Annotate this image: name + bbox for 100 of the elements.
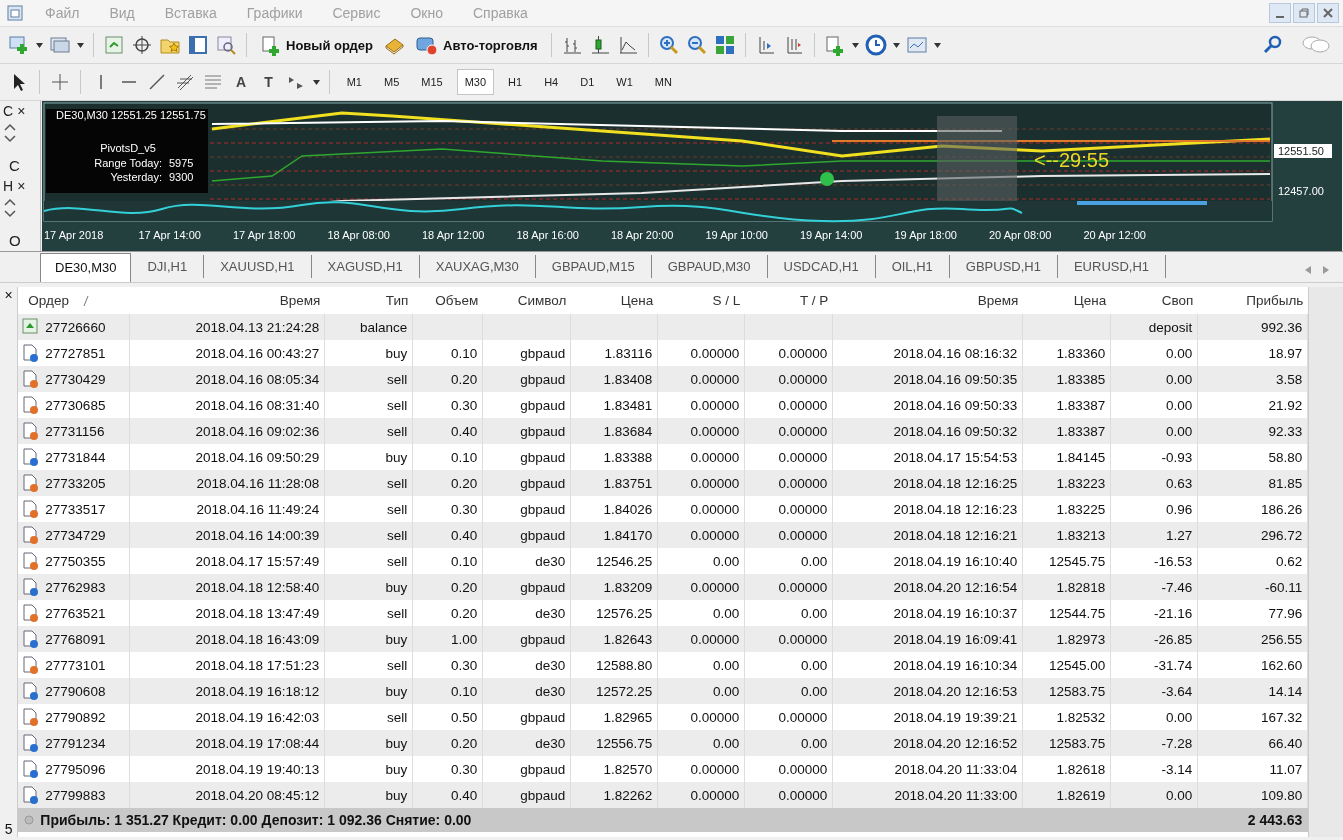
table-cell: 0.40 [451,527,478,543]
panel-close-button[interactable]: × [17,178,26,194]
table-cell: -7.28 [1161,735,1193,751]
zoom-out-icon[interactable] [685,34,708,56]
table-cell: sell [387,527,408,543]
column-header[interactable]: Время [977,293,1019,308]
column-header[interactable]: Объем [435,293,479,308]
caret-icon[interactable] [933,42,941,48]
sell-order-icon [22,370,40,388]
chart-tab[interactable]: XAUUSD,H1 [204,255,312,278]
table-cell: sell [387,501,408,517]
zoom-in-icon[interactable] [657,34,680,56]
column-header[interactable]: S / L [712,293,741,308]
timeframe-button[interactable]: H1 [500,69,531,95]
timeframe-button[interactable]: MN [646,69,680,95]
chart-tab[interactable]: GBPAUD,M15 [535,255,652,278]
table-cell: 0.00000 [690,527,740,543]
timeframe-button[interactable]: M15 [413,69,451,95]
column-header[interactable]: Своп [1161,293,1194,308]
column-header[interactable]: Время [279,293,321,308]
table-cell: 1.82818 [1056,579,1106,595]
time-axis-label: 17 Apr 14:00 [138,229,201,241]
column-header[interactable]: Ордер [28,293,89,308]
column-header[interactable]: Символ [517,293,567,308]
panel-title: C [3,103,14,119]
crosshair-tool-icon[interactable] [49,71,71,93]
table-cell: 2018.04.19 19:40:13 [195,761,320,777]
crosshair-icon[interactable] [131,34,153,56]
chart-tab[interactable]: DJI,H1 [131,255,205,278]
column-header[interactable]: Тип [385,293,409,308]
chart-tab[interactable]: EURUSD,H1 [1057,255,1167,278]
chart-tab[interactable]: DE30,M30 [40,253,132,282]
caret-icon[interactable] [892,42,900,48]
table-cell: 0.40 [451,787,478,803]
table-cell: 1.83388 [603,449,653,465]
caret-icon[interactable] [851,42,859,48]
table-cell: -26.85 [1154,631,1193,647]
scroll-arrows-icon[interactable] [3,198,17,218]
minimize-icon[interactable] [1269,3,1291,23]
panel-tab-label[interactable]: 5 [4,821,13,837]
table-cell: 0.00000 [778,397,828,413]
window-icon[interactable] [187,34,209,56]
new-order-button[interactable]: Новый ордер [256,32,377,58]
column-header[interactable]: T / P [800,293,829,308]
clock-icon[interactable] [864,34,887,56]
close-button[interactable]: × [4,287,13,303]
tile-windows-icon[interactable] [713,34,736,56]
table-cell: 1.00 [451,631,478,647]
table-cell: 2018.04.19 16:18:12 [195,683,320,699]
app-icon[interactable] [6,4,24,22]
scrollbar[interactable] [1308,287,1343,837]
table-cell: 109.80 [1261,787,1303,803]
table-cell: 0.00000 [690,475,740,491]
text-tool[interactable]: A [230,72,253,92]
table-cell: 2018.04.20 12:16:54 [893,579,1018,595]
dot-icon[interactable] [24,815,35,825]
caret-icon[interactable] [312,79,320,85]
panel-close-button[interactable]: × [17,103,26,119]
chart-tab[interactable]: GBPAUD,M30 [651,255,768,278]
indicator-value: 9300 [169,171,194,183]
table-cell: 0.00000 [778,501,828,517]
order-number: 27773101 [45,657,106,673]
table-cell: 2018.04.16 08:05:34 [195,371,320,387]
table-cell: 0.00 [801,735,828,751]
chart-tab[interactable]: XAUXAG,M30 [419,255,536,278]
timeframe-button[interactable]: H4 [536,69,567,95]
close-icon[interactable] [1317,3,1339,23]
time-axis-label: 18 Apr 12:00 [422,229,485,241]
auto-trading-button[interactable]: Авто-торговля [411,32,542,58]
table-cell: 2018.04.16 09:50:35 [893,371,1018,387]
new-chart-icon[interactable] [8,34,30,56]
timeframe-button[interactable]: M1 [338,69,370,95]
scroll-left-icon[interactable] [1305,266,1311,274]
order-number: 27727851 [45,345,106,361]
time-axis-label: 18 Apr 08:00 [327,229,390,241]
timeframe-button[interactable]: W1 [608,69,641,95]
caret-icon[interactable] [77,42,84,48]
timeframe-button[interactable]: M5 [375,69,408,95]
chart-tab[interactable]: OIL,H1 [875,255,950,278]
timeframe-button[interactable]: D1 [572,69,603,95]
column-header[interactable]: Прибыль [1246,293,1304,308]
chart-tab[interactable]: GBPUSD,H1 [949,255,1058,278]
table-cell: 0.00 [1166,397,1193,413]
magnifier-chart-icon[interactable] [215,34,237,56]
chart-tab[interactable]: XAGUSD,H1 [311,255,420,278]
label-tool[interactable]: T [258,72,279,92]
chart-tab[interactable]: USDCAD,H1 [767,255,876,278]
table-cell: de30 [535,735,566,751]
table-cell: -21.16 [1154,605,1193,621]
scroll-arrows-icon[interactable] [3,123,17,143]
scroll-right-icon[interactable] [1323,266,1329,274]
column-header[interactable]: Цена [620,293,654,308]
table-cell: sell [387,475,408,491]
table-cell: 1.83387 [1056,423,1106,439]
restore-icon[interactable] [1293,3,1315,23]
table-cell: 0.00 [801,683,828,699]
column-header[interactable]: Цена [1073,293,1107,308]
timeframe-button[interactable]: M30 [456,69,495,95]
search-icon[interactable] [1263,35,1283,55]
caret-icon[interactable] [36,42,43,48]
